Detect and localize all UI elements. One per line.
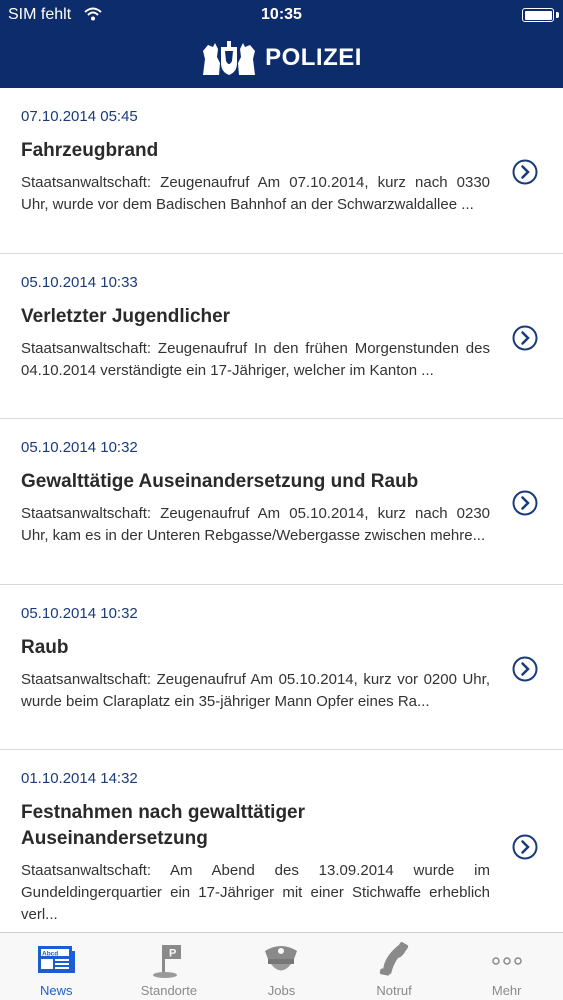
news-excerpt: Staatsanwaltschaft: Zeugenaufruf Am 05.1… [21,505,490,544]
police-cap-icon [265,946,298,971]
app-title: POLIZEI [265,44,362,71]
chevron-right-icon[interactable] [512,490,538,516]
svg-text:P: P [169,948,176,960]
tab-jobs[interactable]: Jobs [225,933,338,1000]
navigation-bar: SIM fehlt 10:35 POLIZEI [0,0,563,88]
tab-label: Mehr [491,983,522,998]
tab-standorte[interactable]: P Standorte [113,933,226,1000]
tab-notruf[interactable]: Notruf [338,933,451,1000]
news-excerpt: Staatsanwaltschaft: Zeugenaufruf Am 07.1… [21,174,490,213]
status-bar: SIM fehlt 10:35 [0,0,563,30]
news-item[interactable]: 05.10.2014 10:33 Verletzter Jugendlicher… [0,254,563,419]
news-title: Fahrzeugbrand [21,140,159,161]
header-brand: POLIZEI [0,38,563,78]
chevron-right-icon[interactable] [512,656,538,682]
news-date: 07.10.2014 05:45 [21,108,138,125]
news-title: Festnahmen nach gewalttätiger Auseinande… [21,802,306,849]
police-crest-icon [203,41,256,75]
svg-text:Abcd: Abcd [42,951,58,958]
tab-bar: Abcd News P Standorte Jobs Notruf Mehr [0,932,563,1000]
battery-icon [522,8,554,22]
chevron-right-icon[interactable] [512,325,538,351]
tab-news[interactable]: Abcd News [0,933,113,1000]
news-item[interactable]: 05.10.2014 10:32 Raub Staatsanwaltschaft… [0,585,563,750]
tab-label: Notruf [376,983,412,998]
news-date: 05.10.2014 10:33 [21,273,138,291]
news-item[interactable]: 07.10.2014 05:45 Fahrzeugbrand Staatsanw… [0,88,563,254]
news-excerpt: Staatsanwaltschaft: Am Abend des 13.09.2… [21,862,490,923]
chevron-right-icon[interactable] [512,159,538,185]
phone-icon [379,942,409,976]
news-list[interactable]: 07.10.2014 05:45 Fahrzeugbrand Staatsanw… [0,88,563,932]
news-title: Raub [21,636,69,658]
more-dots-icon [491,957,522,965]
news-date: 05.10.2014 10:32 [21,439,138,456]
news-title: Gewalttätige Auseinandersetzung und Raub [21,471,419,492]
location-flag-icon: P [152,945,181,978]
news-title: Verletzter Jugendlicher [21,305,231,327]
status-time: 10:35 [261,6,302,23]
news-item[interactable]: 01.10.2014 14:32 Festnahmen nach gewaltt… [0,750,563,932]
newspaper-icon: Abcd [38,946,76,973]
tab-mehr[interactable]: Mehr [450,933,563,1000]
battery-tip [556,12,559,18]
news-excerpt: Staatsanwaltschaft: Zeugenaufruf Am 05.1… [21,670,490,710]
news-date: 05.10.2014 10:32 [21,604,138,622]
news-item[interactable]: 05.10.2014 10:32 Gewalttätige Auseinande… [0,419,563,585]
news-date: 01.10.2014 14:32 [21,770,138,787]
tab-label: Jobs [267,983,296,998]
news-excerpt: Staatsanwaltschaft: Zeugenaufruf In den … [21,339,490,379]
tab-label: Standorte [140,983,198,998]
chevron-right-icon[interactable] [512,834,538,860]
tab-label: News [40,983,73,998]
